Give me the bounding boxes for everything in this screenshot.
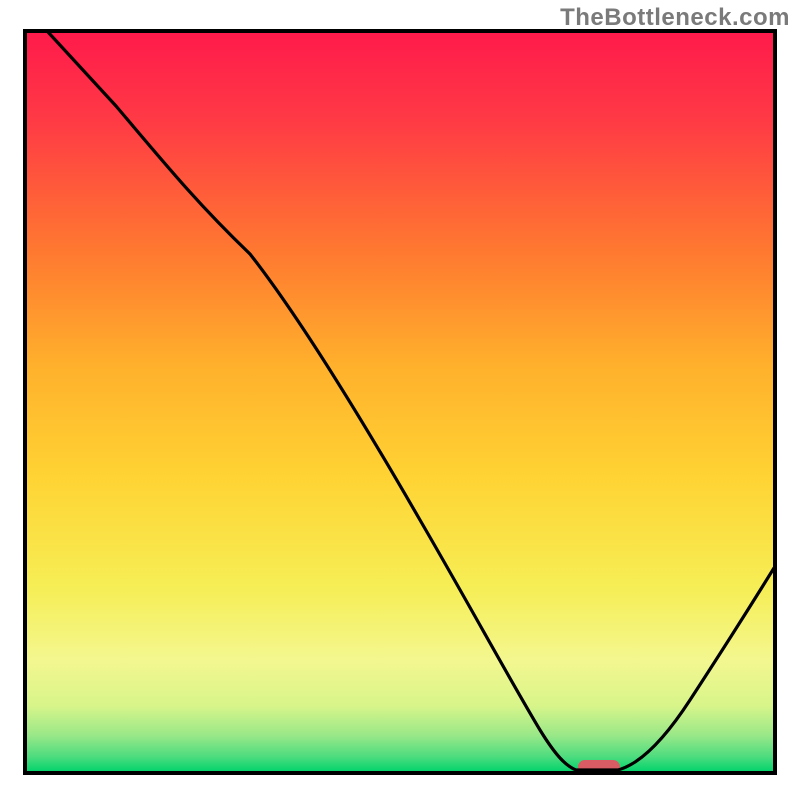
chart-svg [0,0,800,800]
chart-container: TheBottleneck.com [0,0,800,800]
gradient-background [26,32,774,772]
watermark-text: TheBottleneck.com [560,4,790,32]
